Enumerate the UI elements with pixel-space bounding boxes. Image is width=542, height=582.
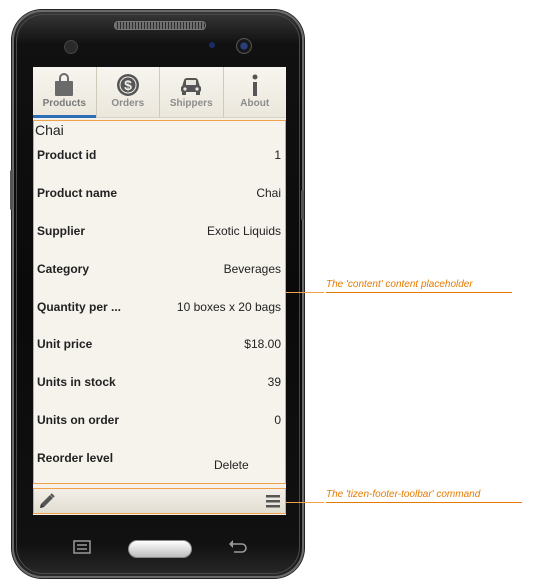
field-value: $18.00	[244, 337, 281, 351]
field-label: Product id	[37, 148, 97, 162]
volume-button	[10, 170, 13, 210]
field-label: Quantity per ...	[37, 300, 122, 314]
tab-shippers[interactable]: Shippers	[160, 67, 224, 117]
field-value: 1	[274, 148, 281, 162]
field-label: Units on order	[37, 413, 120, 427]
field-label: Category	[37, 262, 90, 276]
field-label: Supplier	[37, 224, 86, 238]
field-row: Product name Chai	[37, 186, 281, 206]
field-row: Quantity per ... 10 boxes x 20 bags	[37, 300, 281, 320]
light-sensor	[209, 42, 215, 48]
content-annotation-underline	[326, 292, 512, 293]
content-annotation-leader	[286, 292, 324, 293]
field-row: Product id 1	[37, 148, 281, 168]
info-icon	[252, 74, 258, 96]
field-value: 0	[274, 413, 281, 427]
tab-label: Orders	[111, 98, 145, 109]
tab-label: Products	[42, 98, 86, 109]
field-row: Units in stock 39	[37, 375, 281, 395]
field-label: Units in stock	[37, 375, 116, 389]
footer-toolbar	[33, 488, 286, 514]
menu-icon[interactable]	[265, 493, 281, 509]
tab-about[interactable]: About	[224, 67, 287, 117]
tab-products[interactable]: Products	[33, 67, 97, 118]
delete-button[interactable]: Delete	[214, 458, 249, 472]
field-value: Beverages	[223, 262, 281, 276]
field-label: Reorder level	[37, 451, 114, 465]
pencil-icon[interactable]	[38, 492, 56, 510]
back-key-icon[interactable]	[228, 539, 248, 553]
content-placeholder: Chai Product id 1 Product name Chai Supp…	[33, 120, 286, 484]
dollar-coin-icon: $	[116, 74, 139, 96]
field-label: Product name	[37, 186, 118, 200]
front-camera	[236, 38, 252, 54]
field-value: Chai	[256, 186, 281, 200]
footer-annotation-underline	[326, 502, 522, 503]
tab-label: Shippers	[169, 98, 213, 109]
svg-text:$: $	[124, 77, 132, 93]
tab-label: About	[240, 98, 270, 109]
field-value: Exotic Liquids	[206, 224, 281, 238]
footer-annotation: The 'tizen-footer-toolbar' command	[326, 489, 481, 500]
car-icon	[181, 78, 202, 95]
content-annotation: The 'content' content placeholder	[326, 279, 473, 290]
menu-key-icon[interactable]	[72, 540, 92, 554]
field-row: Units on order 0	[37, 413, 281, 433]
tab-bar: Products $ Orders Shippers About	[33, 67, 286, 118]
shopping-bag-icon	[55, 73, 74, 96]
earpiece-speaker	[114, 21, 206, 30]
field-row: Category Beverages	[37, 262, 281, 282]
tab-orders[interactable]: $ Orders	[97, 67, 160, 117]
home-button[interactable]	[128, 540, 192, 558]
footer-annotation-leader	[286, 502, 324, 503]
field-value: 10 boxes x 20 bags	[176, 300, 281, 314]
field-row: Unit price $18.00	[37, 337, 281, 357]
field-value: 39	[267, 375, 281, 389]
screen: Products $ Orders Shippers About Chai Pr…	[33, 67, 286, 515]
proximity-sensor	[64, 40, 78, 54]
field-label: Unit price	[37, 337, 93, 351]
field-row: Supplier Exotic Liquids	[37, 224, 281, 244]
page-title: Chai	[35, 122, 64, 138]
power-button	[301, 190, 304, 220]
